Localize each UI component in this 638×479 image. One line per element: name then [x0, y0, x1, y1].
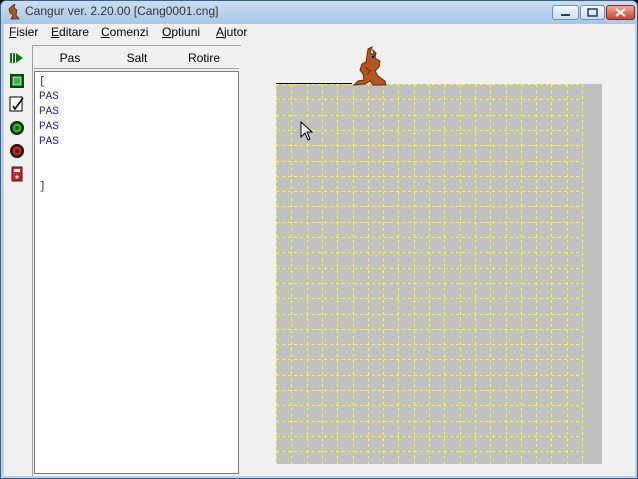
code-line: PAS [39, 121, 59, 133]
run-icon[interactable] [9, 50, 25, 66]
minimize-button[interactable] [552, 5, 579, 20]
code-line: ] [39, 181, 46, 193]
board-grid [276, 84, 583, 464]
program-panel: Pas Salt Rotire [ PAS PAS PAS PAS ] [32, 45, 241, 476]
menu-ajutor[interactable]: Ajutor [216, 25, 247, 39]
minimize-icon [561, 14, 570, 16]
title-bar[interactable]: Cangur ver. 2.20.00 [Cang0001.cng] [1, 1, 637, 24]
code-line: PAS [39, 136, 59, 148]
stop-square-icon[interactable] [9, 73, 25, 89]
client-area: Pas Salt Rotire [ PAS PAS PAS PAS ] [4, 43, 635, 476]
mouse-pointer-icon [300, 121, 314, 141]
menu-fisier[interactable]: Fisier [9, 25, 38, 39]
grid-board[interactable] [276, 84, 602, 464]
red-device-icon[interactable] [9, 166, 25, 182]
menu-comenzi[interactable]: Comenzi [101, 25, 148, 39]
left-toolbar [4, 45, 30, 474]
kangaroo-icon[interactable] [348, 45, 392, 89]
code-line: PAS [39, 106, 59, 118]
column-salt[interactable]: Salt [107, 51, 167, 65]
column-pas[interactable]: Pas [40, 51, 100, 65]
edit-icon[interactable] [9, 96, 25, 112]
program-editor[interactable]: [ PAS PAS PAS PAS ] [34, 71, 239, 474]
window-title: Cangur ver. 2.20.00 [Cang0001.cng] [25, 4, 219, 18]
column-rotire[interactable]: Rotire [174, 51, 234, 65]
maximize-icon [587, 8, 598, 17]
kangaroo-app-icon [8, 4, 20, 20]
maximize-button[interactable] [580, 5, 605, 20]
code-line: PAS [39, 91, 59, 103]
menu-editare[interactable]: Editare [51, 25, 89, 39]
menu-optiuni[interactable]: Optiuni [162, 25, 200, 39]
close-button[interactable] [606, 5, 635, 20]
close-icon [615, 8, 626, 17]
app-window: Cangur ver. 2.20.00 [Cang0001.cng] Fisie… [0, 0, 638, 479]
green-circle-icon[interactable] [9, 120, 25, 136]
command-columns: Pas Salt Rotire [34, 48, 239, 69]
code-line: [ [39, 76, 46, 88]
menu-bar: Fisier Editare Comenzi Optiuni Ajutor [4, 24, 635, 43]
red-circle-icon[interactable] [9, 143, 25, 159]
